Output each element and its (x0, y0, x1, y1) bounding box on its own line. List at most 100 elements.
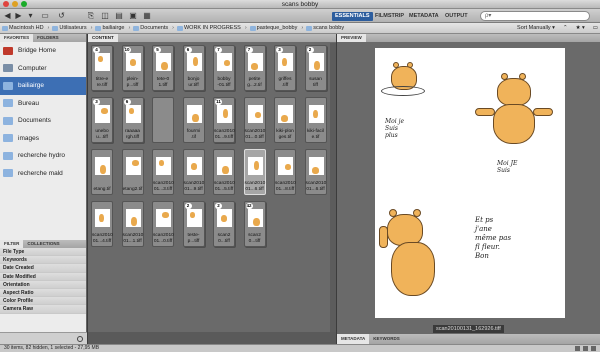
thumbnail[interactable]: 3 griffes .tiff (274, 45, 296, 91)
fav-recherche-mald[interactable]: recherche mald (0, 165, 86, 183)
folder-icon[interactable]: ▭ (40, 11, 50, 21)
tab-content[interactable]: CONTENT (88, 34, 118, 42)
fav-recherche-hydro[interactable]: recherche hydro (0, 147, 86, 165)
thumbnail[interactable]: 6 bonjo ur.tiff (182, 45, 205, 91)
tab-metadata[interactable]: METADATA (337, 334, 370, 344)
thumbnail[interactable]: scan2010 01...6.tiff (243, 149, 266, 195)
tab-collections[interactable]: COLLECTIONS (23, 240, 63, 248)
fav-computer[interactable]: Computer (0, 60, 86, 78)
thumbnail[interactable]: scan2010 01...8.tiff (274, 149, 296, 195)
refine-icon[interactable]: ▤ (114, 11, 124, 21)
path-bar: Macintosh HD › Utilisateurs › bailiairge › … (0, 23, 600, 34)
thumbnail[interactable]: etang2.tif (121, 149, 144, 195)
thumbnail[interactable]: 6 raaaaa rgh.tiff (121, 97, 144, 143)
crumb-bailiairge[interactable]: bailiairge › (95, 25, 133, 31)
thumbnail-label: scan2 0...tiff (217, 233, 231, 244)
search-input[interactable]: ρ▾ (480, 11, 590, 21)
rotate-icon[interactable]: ↺ (56, 11, 67, 21)
filter-file-type[interactable]: File Type (0, 248, 86, 257)
clear-filter-icon[interactable] (77, 336, 83, 342)
thumbnail[interactable]: etang.tif (91, 149, 113, 195)
thumbnail[interactable]: 2 susan tiff (304, 45, 327, 91)
thumbnail-image (186, 209, 202, 227)
thumbnail[interactable]: 4 titre-e re.tiff (91, 45, 113, 91)
boomerang-icon[interactable]: ⎘ (86, 11, 96, 21)
workspace-output[interactable]: OUTPUT (442, 12, 471, 21)
thumbnail-label: kiki-facil e.tif (306, 129, 325, 140)
filter-aspect-ratio[interactable]: Aspect Ratio (0, 288, 86, 298)
list-view-icon[interactable] (591, 346, 596, 351)
tab-keywords[interactable]: KEYWORDS (369, 334, 404, 344)
thumbnail-label: scan2 0...tiff (248, 233, 261, 244)
thumbnail[interactable]: scan2010 01...0.tiff (152, 201, 174, 247)
filter-camera-raw[interactable]: Camera Raw (0, 305, 86, 314)
tab-favorites[interactable]: FAVORITES (0, 34, 34, 42)
sort-menu[interactable]: Sort Manually ▾ (517, 25, 555, 31)
tab-folders[interactable]: FOLDERS (33, 34, 63, 42)
thumbnail[interactable]: 11 scan2010 01...9.tiff (213, 97, 235, 143)
fav-bureau[interactable]: Bureau (0, 95, 86, 113)
thumbnail[interactable]: scan2010 01...3.tiff (152, 149, 174, 195)
workspace-filmstrip[interactable]: FILMSTRIP (372, 12, 407, 21)
thumbnail[interactable]: 3 unebo u...tiff (91, 97, 113, 143)
content-scrollbar[interactable] (330, 43, 336, 332)
crumb-work-in-progress[interactable]: WORK IN PROGRESS › (176, 25, 250, 31)
crumb-scans-bobby[interactable]: scans bobby (306, 25, 344, 31)
filter-keywords[interactable]: Keywords (0, 256, 86, 265)
fav-images[interactable]: images (0, 130, 86, 148)
thumbnail[interactable]: fourmi .tif (182, 97, 205, 143)
toolbar: ◀ ▶ ▾ ▭ ↺ ⎘ ◫ ▤ ▣ ▦ ESSENTIALS FILMSTRIP… (0, 9, 600, 23)
home-icon (95, 25, 102, 31)
workspace-metadata[interactable]: METADATA (406, 12, 442, 21)
thumbnail[interactable]: scan2010 01...4.tiff (91, 201, 113, 247)
new-folder-icon[interactable]: ▭ (593, 25, 598, 31)
thumbnail[interactable] (152, 97, 174, 143)
thumbnail[interactable]: kiki-plon ges.tif (274, 97, 296, 143)
preview-image[interactable]: Moi je Suis plus Moi JE Suis Et ps j'ane… (375, 48, 565, 318)
open-recent-icon[interactable]: ▣ (128, 11, 138, 21)
thumbnail[interactable]: kiki-facil e.tif (304, 97, 327, 143)
back-icon[interactable]: ◀ (3, 11, 12, 21)
filter-date-modified[interactable]: Date Modified (0, 272, 86, 281)
fav-bailiairge[interactable]: bailiairge (0, 77, 86, 95)
filter-icon[interactable]: ★ ▾ (576, 25, 585, 31)
dropdown-icon[interactable]: ▾ (26, 11, 35, 21)
folder-icon (3, 99, 13, 108)
thumbnail[interactable]: 7 bobby -01.tiff (213, 45, 235, 91)
thumbnail[interactable]: scan2010 01...0.tiff (243, 97, 266, 143)
thumbnail[interactable]: 2 scan2 0...tiff (213, 201, 235, 247)
crumb-pasteque-bobby[interactable]: pasteque_bobby › (249, 25, 307, 31)
thumbnail[interactable]: scan2010 01...9.tiff (182, 149, 205, 195)
sort-direction-icon[interactable]: ⌃ (563, 25, 568, 31)
thumbnail[interactable]: 7 petite g...2.tif (243, 45, 266, 91)
forward-icon[interactable]: ▶ (14, 11, 23, 21)
tab-preview[interactable]: PREVIEW (337, 34, 366, 42)
left-panel: FAVORITES FOLDERS Bridge Home Computer b… (0, 34, 87, 344)
thumbnail-image (247, 209, 263, 227)
thumbnail[interactable]: scan2010 01...5.tiff (213, 149, 235, 195)
filter-date-created[interactable]: Date Created (0, 264, 86, 273)
thumbnail[interactable]: scan2010 01...1.tiff (121, 201, 144, 247)
thumbnail-image (247, 53, 263, 71)
details-view-icon[interactable] (583, 346, 588, 351)
tab-filter[interactable]: FILTER (0, 240, 24, 248)
filter-orientation[interactable]: Orientation (0, 280, 86, 289)
thumbnail[interactable]: 42 scan2 0...tiff (243, 201, 266, 247)
output-icon[interactable]: ▦ (142, 11, 152, 21)
thumbnail-image (186, 53, 202, 71)
camera-icon[interactable]: ◫ (100, 11, 110, 21)
thumbnail-image (308, 105, 324, 123)
crumb-utilisateurs[interactable]: Utilisateurs › (52, 25, 95, 31)
thumbnail[interactable]: scan2010 01...6.tiff (304, 149, 327, 195)
crumb-documents[interactable]: Documents › (133, 25, 177, 31)
thumbnail[interactable]: 5 tete-0 1.tiff (152, 45, 174, 91)
thumbnail[interactable]: 2 teste- p...tiff (182, 201, 205, 247)
grid-view-icon[interactable] (575, 346, 580, 351)
fav-bridge-home[interactable]: Bridge Home (0, 42, 86, 60)
filter-color-profile[interactable]: Color Profile (0, 297, 86, 306)
workspace-essentials[interactable]: ESSENTIALS (332, 12, 373, 21)
crumb-macintosh-hd[interactable]: Macintosh HD › (2, 25, 52, 31)
fav-documents[interactable]: Documents (0, 112, 86, 130)
bear-body (391, 242, 435, 296)
thumbnail[interactable]: 10 plein- p...tiff (121, 45, 144, 91)
